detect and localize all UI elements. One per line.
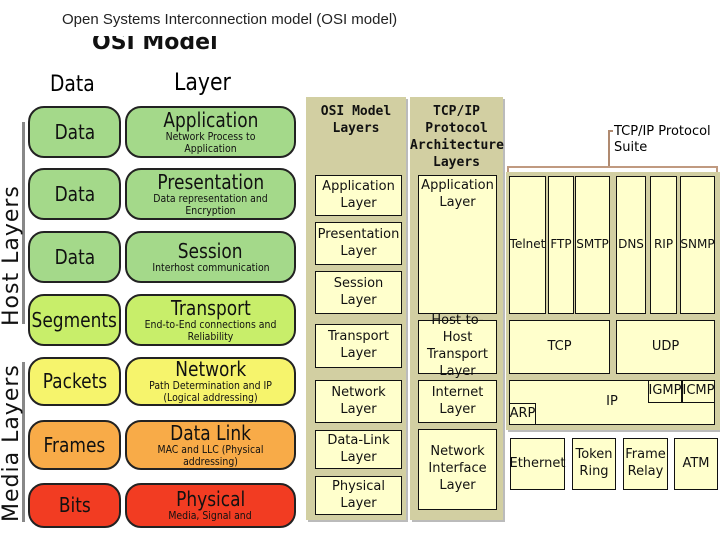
layer-description: End-to-End connections and Reliability [144, 317, 277, 343]
data-unit-pill: Data [28, 168, 121, 220]
data-unit-label: Data [54, 181, 95, 206]
osi-layer-box: Application Layer [315, 175, 402, 216]
suite-bracket-stem [608, 130, 613, 168]
host-layers-label: Host Layers [0, 185, 24, 326]
data-unit-label: Segments [31, 307, 118, 332]
data-unit-label: Data [54, 244, 95, 269]
layer-description: Interhost communication [151, 260, 270, 274]
data-unit-pill: Bits [28, 483, 121, 528]
osi-layer-box: Transport Layer [315, 324, 402, 368]
layer-name: Data Link [170, 420, 251, 445]
data-unit-pill: Data [28, 106, 121, 158]
tcp-box: TCP [509, 320, 610, 374]
udp-box: UDP [616, 320, 715, 374]
layer-name: Presentation [157, 169, 264, 194]
tcpip-layer-box: Internet Layer [418, 380, 497, 423]
layer-description: Network Process to Application [165, 129, 256, 155]
osi-layer-box: Session Layer [315, 271, 402, 314]
osi-column-header: OSI Model Layers [320, 104, 392, 136]
osi-layer-box: Data-Link Layer [315, 430, 402, 469]
osi-model-heading: OSI Model [92, 36, 218, 55]
layer-pill: Session Interhost communication [125, 231, 296, 283]
app-protocol-box: RIP [650, 176, 677, 314]
layer-name: Application [163, 107, 258, 132]
media-layers-label: Media Layers [0, 364, 24, 522]
layer-description: Data representation and Encryption [153, 191, 268, 217]
layer-name: Session [178, 238, 243, 263]
tcpip-architecture-header: TCP/IP Protocol Architecture Layers [410, 104, 504, 170]
data-unit-label: Bits [58, 493, 91, 517]
data-unit-pill: Segments [28, 294, 121, 346]
layer-pill: Presentation Data representation and Encr… [125, 168, 296, 220]
app-protocol-box: FTP [548, 176, 574, 314]
link-protocol-box: Token Ring [572, 438, 616, 490]
app-protocol-box: Telnet [509, 176, 546, 314]
tcpip-layer-box: Application Layer [418, 175, 497, 314]
app-protocol-box: DNS [616, 176, 646, 314]
data-unit-label: Packets [42, 369, 107, 393]
data-header: Data [50, 72, 95, 97]
layer-pill: Network Path Determination and IP (Logica… [125, 357, 296, 406]
osi-layer-box: Physical Layer [315, 476, 402, 515]
layer-pill: Transport End-to-End connections and Reli… [125, 294, 296, 346]
data-unit-pill: Frames [28, 420, 121, 470]
layer-name: Network [174, 357, 246, 382]
app-protocol-box: SNMP [680, 176, 715, 314]
data-unit-pill: Data [28, 231, 121, 283]
tcpip-layer-box: Host-to-Host Transport Layer [418, 313, 497, 379]
data-unit-label: Data [54, 119, 95, 144]
igmp-box: IGMP [648, 380, 682, 403]
layer-description: Media, Signal and [168, 509, 253, 523]
page-title: Open Systems Interconnection model (OSI … [62, 11, 398, 28]
data-unit-pill: Packets [28, 357, 121, 406]
suite-label: TCP/IP Protocol Suite [614, 124, 711, 155]
layer-description: MAC and LLC (Physical addressing) [157, 442, 264, 468]
layer-pill: Application Network Process to Applicatio… [125, 106, 296, 158]
layer-name: Transport [170, 295, 251, 320]
icmp-box: ICMP [682, 380, 715, 403]
link-protocol-box: Ethernet [510, 438, 566, 490]
layer-pill: Physical Media, Signal and [125, 483, 296, 528]
data-unit-label: Frames [43, 432, 106, 457]
app-protocol-box: SMTP [575, 176, 610, 314]
osi-layer-box: Network Layer [315, 380, 402, 423]
link-protocol-box: ATM [674, 438, 718, 490]
layer-description: Path Determination and IP (Logical addre… [149, 379, 272, 404]
link-protocol-box: Frame Relay [623, 438, 668, 490]
layer-name: Physical [175, 487, 246, 512]
layer-pill: Data Link MAC and LLC (Physical addressin… [125, 420, 296, 470]
tcpip-layer-box: Network Interface Layer [418, 429, 497, 510]
arp-box: ARP [509, 403, 536, 425]
osi-layer-box: Presentation Layer [315, 222, 402, 265]
layer-header: Layer [174, 68, 231, 96]
